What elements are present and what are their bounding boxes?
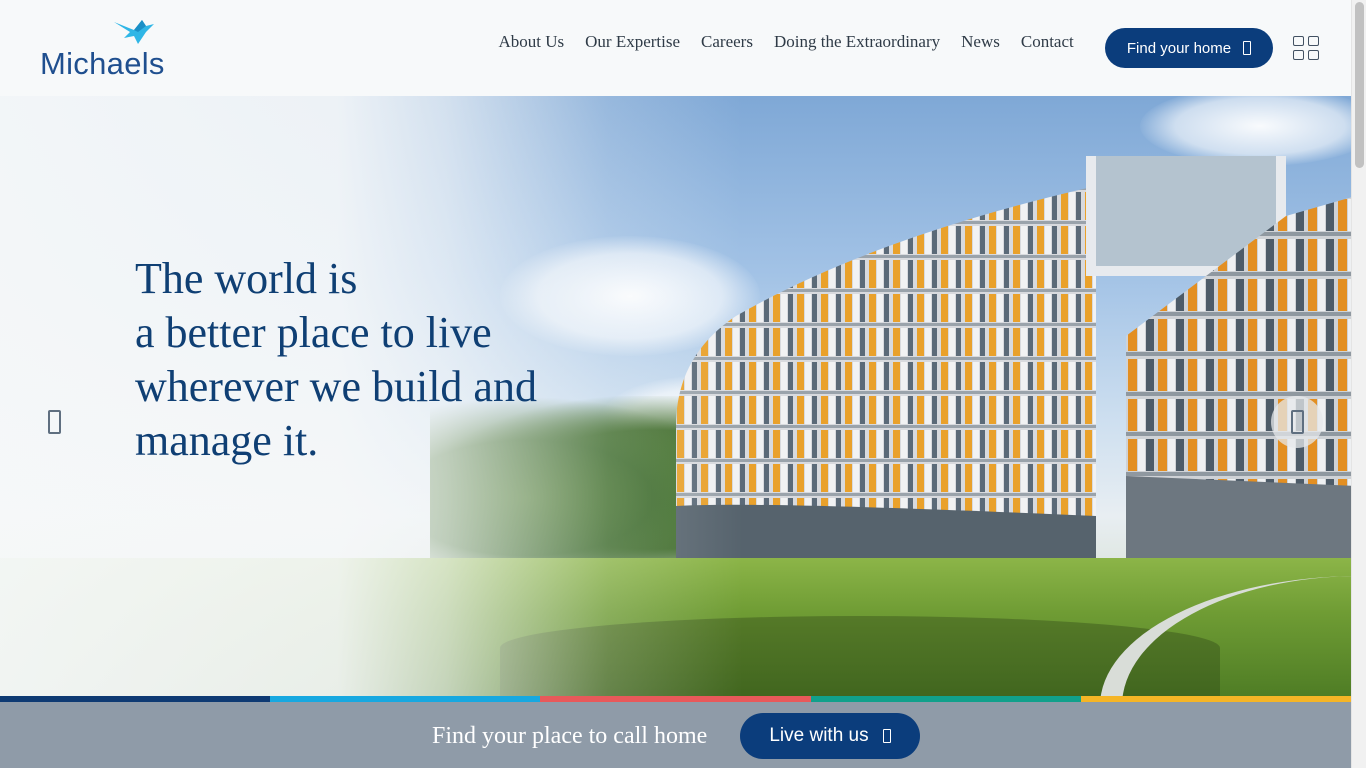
arrow-icon	[1243, 41, 1252, 55]
nav-about-us[interactable]: About Us	[488, 30, 575, 54]
live-with-us-label: Live with us	[769, 725, 869, 746]
cta-bar: Find your place to call home Live with u…	[0, 702, 1351, 768]
slider-prev-button[interactable]	[28, 396, 80, 448]
nav-careers[interactable]: Careers	[691, 30, 764, 54]
nav-contact[interactable]: Contact	[1010, 30, 1084, 54]
site-header: Michaels About Us Our Expertise Careers …	[0, 0, 1351, 96]
cta-text: Find your place to call home	[432, 723, 708, 749]
logo-wordmark: Michaels	[40, 46, 165, 81]
michaels-logo[interactable]: Michaels	[40, 16, 180, 82]
bird-icon	[114, 20, 154, 44]
find-your-home-label: Find your home	[1126, 39, 1232, 57]
nav-our-expertise[interactable]: Our Expertise	[575, 30, 691, 54]
page-scrollbar[interactable]	[1351, 0, 1366, 768]
headline-line: wherever we build and	[135, 362, 537, 411]
headline-line: manage it.	[135, 416, 319, 465]
hero-slider: The world is a better place to live wher…	[0, 96, 1351, 696]
main-nav: About Us Our Expertise Careers Doing the…	[488, 30, 1084, 54]
find-your-home-button[interactable]: Find your home	[1105, 28, 1273, 68]
nav-doing-the-extraordinary[interactable]: Doing the Extraordinary	[763, 30, 950, 54]
grid-menu-icon[interactable]	[1293, 36, 1319, 60]
arrow-icon	[882, 729, 891, 743]
live-with-us-button[interactable]: Live with us	[740, 713, 920, 759]
hero-headline: The world is a better place to live wher…	[135, 252, 537, 468]
headline-line: The world is	[135, 254, 358, 303]
nav-news[interactable]: News	[951, 30, 1011, 54]
scrollbar-thumb[interactable]	[1355, 2, 1364, 168]
slider-next-button[interactable]	[1271, 396, 1323, 448]
chevron-left-icon	[47, 410, 61, 434]
chevron-right-icon	[1290, 410, 1304, 434]
headline-line: a better place to live	[135, 308, 492, 357]
